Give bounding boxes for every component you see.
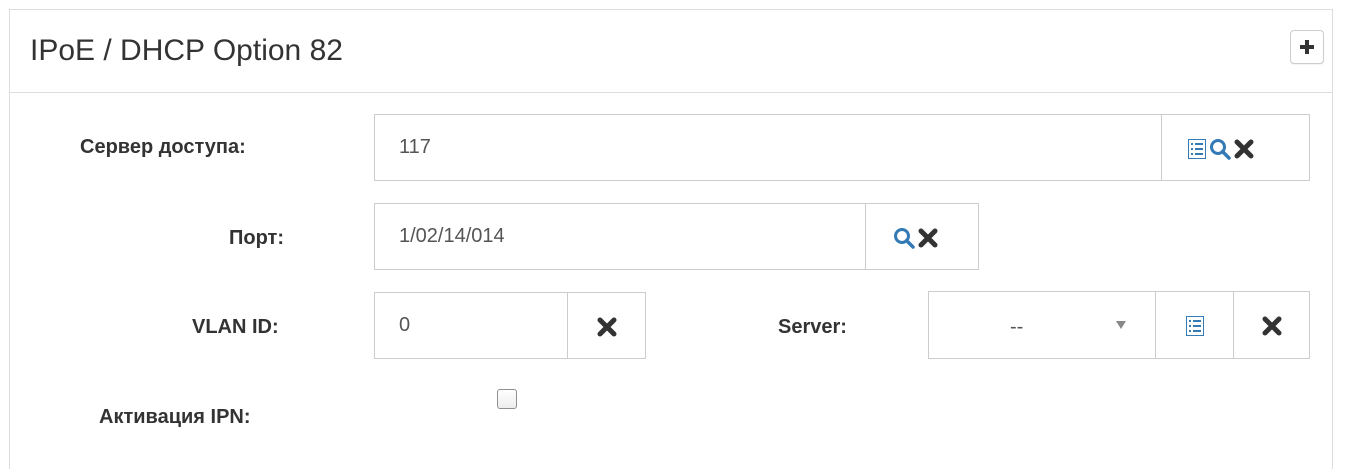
panel-heading: IPoE / DHCP Option 82: [10, 10, 1332, 93]
clear-icon[interactable]: [1262, 316, 1282, 336]
clear-icon[interactable]: [918, 228, 938, 248]
server-clear-addon: [1233, 291, 1310, 359]
expand-panel-button[interactable]: [1290, 30, 1324, 64]
clear-icon[interactable]: [597, 317, 617, 337]
port-input[interactable]: [374, 203, 866, 270]
ipn-activation-label: Активация IPN:: [99, 406, 251, 428]
search-icon[interactable]: [893, 227, 915, 249]
list-icon[interactable]: [1186, 316, 1204, 336]
access-server-input[interactable]: [374, 114, 1162, 181]
search-icon[interactable]: [1209, 138, 1231, 160]
server-select-value: --: [1010, 316, 1024, 338]
access-server-addon: [1161, 114, 1310, 181]
vlan-id-input[interactable]: [374, 292, 568, 359]
panel-title: IPoE / DHCP Option 82: [30, 34, 343, 67]
port-label: Порт:: [229, 227, 284, 249]
port-addon: [865, 203, 979, 270]
vlan-id-addon: [567, 292, 646, 359]
chevron-down-icon: [1116, 321, 1126, 329]
ipn-activation-checkbox[interactable]: [497, 389, 517, 409]
list-icon[interactable]: [1188, 139, 1206, 159]
clear-icon[interactable]: [1234, 139, 1254, 159]
server-list-addon: [1155, 291, 1234, 359]
plus-icon: [1300, 40, 1314, 54]
vlan-id-label: VLAN ID:: [192, 316, 279, 338]
access-server-label: Сервер доступа:: [80, 136, 246, 158]
server-label: Server:: [778, 316, 847, 338]
